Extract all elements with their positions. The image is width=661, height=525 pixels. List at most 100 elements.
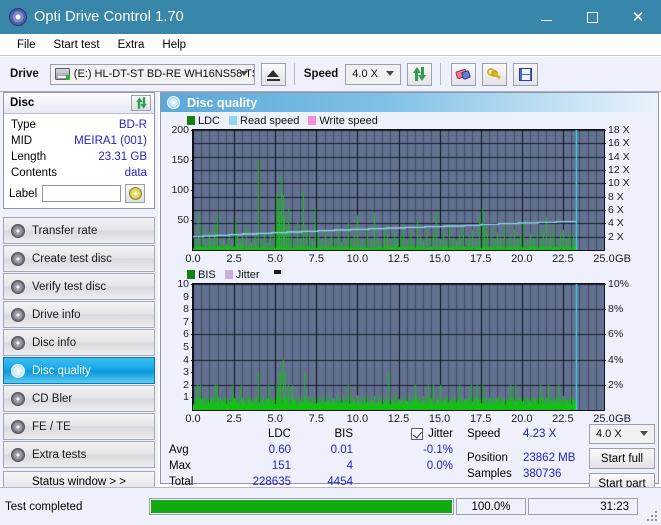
y-tick-label: 2 (183, 378, 189, 391)
menu-item-start-test[interactable]: Start test (45, 37, 109, 53)
menu-item-extra[interactable]: Extra (109, 37, 154, 53)
ldc-plot-area[interactable] (192, 129, 605, 251)
disc-value-type: BD-R (118, 119, 147, 131)
eject-button[interactable] (260, 62, 286, 86)
refresh-icon (135, 97, 147, 109)
ldc-chart[interactable]: 50 100 150 200 2 X4 X6 X8 X 10 X 12 X 14 X 16 X… (165, 124, 661, 267)
y2-tick-label: 2 X (608, 230, 624, 243)
test-speed-select[interactable]: 4.0 X (589, 424, 655, 444)
start-full-button[interactable]: Start full (589, 448, 655, 469)
x-tick-label: 20.0 (511, 253, 533, 265)
sidebar-item-cd-bler[interactable]: CD Bler (3, 385, 155, 412)
y2-tick-label: 8 X (608, 190, 624, 203)
resize-grip[interactable] (647, 511, 658, 522)
bis-plot-area[interactable] (192, 283, 605, 411)
y-tick-label: 7 (183, 315, 189, 328)
y-tick-label: 100 (171, 184, 189, 196)
toolbar-divider-2 (440, 63, 442, 85)
drive-select[interactable]: (E:) HL-DT-ST BD-RE WH16NS58 TST4 (49, 63, 255, 85)
sidebar-item-label: Extra tests (32, 448, 87, 461)
save-button[interactable] (513, 62, 539, 86)
y-tick-label: 6 (183, 328, 189, 341)
jitter-toggle[interactable]: Jitter (353, 428, 459, 440)
drive-toolbar: Drive (E:) HL-DT-ST BD-RE WH16NS58 TST4 … (0, 57, 661, 92)
drive-icon (54, 68, 70, 80)
sidebar-item-label: Disc info (32, 336, 77, 349)
legend-item-read-speed: Read speed (229, 115, 299, 127)
y-tick-label: 10 (177, 278, 189, 290)
stats-max-bis: 4 (346, 460, 353, 472)
menu-item-file[interactable]: File (8, 37, 45, 53)
x-axis-unit-label: GB (615, 253, 631, 265)
left-panel: Disc Type BD-R MID MEIRA1 (001) Length 2… (0, 92, 158, 492)
y-tick-label: 4 (183, 353, 189, 366)
sidebar-item-extra-tests[interactable]: Extra tests (3, 441, 155, 468)
x-tick-label: 22.5 (552, 413, 574, 425)
sidebar-item-transfer-rate[interactable]: Transfer rate (3, 217, 155, 244)
progress-fill (151, 500, 452, 513)
y2-tick-label: 10% (608, 278, 630, 290)
x-tick-label: 25.0 (593, 253, 615, 265)
menu-item-help[interactable]: Help (153, 37, 195, 53)
y2-tick (602, 170, 606, 171)
disc-label-browse-button[interactable] (125, 184, 146, 203)
bis-chart-y2-axis: 2% 4% 6% 8% 10% (602, 278, 660, 411)
speed-key: Speed (467, 428, 501, 440)
y2-tick (602, 284, 606, 285)
sidebar-item-label: FE / TE (32, 420, 71, 433)
disc-key-type: Type (11, 119, 36, 131)
x-tick-label: 2.5 (226, 413, 242, 425)
key-icon (487, 67, 502, 81)
window-title: Opti Drive Control 1.70 (34, 9, 184, 25)
erase-button[interactable] (451, 62, 477, 86)
y2-tick (602, 334, 606, 336)
bis-chart[interactable]: 1 2 3 4 5 6 7 8 9 10 2% 4% 6% 8% 10% 0.0 2.5 5.0 7.5 10.0… (165, 278, 660, 431)
y2-tick (602, 236, 606, 238)
ldc-chart-x-axis: 0.0 2.5 5.0 7.5 10.0 12.5 15.0 17.5 20.0 22.5 25.0… (165, 253, 661, 267)
y2-tick-label: 8% (608, 303, 624, 316)
jitter-checkbox[interactable] (411, 428, 424, 440)
disc-icon (11, 363, 25, 378)
nav-list: Transfer rate Create test disc Verify te… (3, 217, 155, 469)
legend-label-read-speed: Read speed (240, 114, 300, 127)
eject-icon (267, 69, 280, 77)
stats-max-ldc: 151 (271, 460, 291, 472)
stats-row-avg: Avg 0.60 0.01 -0.1% (161, 442, 461, 458)
sidebar-item-verify-test-disc[interactable]: Verify test disc (3, 273, 155, 300)
sidebar-item-fe-te[interactable]: FE / TE (3, 413, 155, 440)
disc-row-type: Type BD-R (4, 117, 154, 133)
disc-icon (11, 335, 25, 350)
disc-label-input[interactable] (42, 185, 122, 202)
speed-label: Speed (303, 68, 339, 80)
close-button[interactable]: ✕ (615, 0, 661, 34)
y2-tick-label: 14 X (608, 150, 630, 163)
chevron-down-icon (239, 71, 248, 76)
x-tick-label: 7.5 (308, 253, 324, 265)
refresh-button[interactable] (407, 62, 433, 86)
x-tick-label: 0.0 (185, 253, 201, 265)
y-tick-label: 50 (177, 214, 189, 226)
y2-tick-label: 6 X (608, 204, 624, 216)
key-button[interactable] (482, 62, 508, 86)
stats-header-jitter: Jitter (428, 428, 453, 440)
run-stat-samples: Samples 380736 (467, 466, 589, 482)
title-bar: Opti Drive Control 1.70 ✕ (0, 0, 661, 34)
x-tick-label: 15.0 (428, 413, 451, 425)
sidebar-item-disc-quality[interactable]: Disc quality (3, 357, 155, 384)
y-tick-label: 150 (171, 154, 189, 166)
disc-refresh-button[interactable] (131, 95, 151, 111)
sidebar-item-create-test-disc[interactable]: Create test disc (3, 245, 155, 272)
disc-label-key: Label (9, 187, 38, 200)
y2-tick-label: 12 X (608, 164, 630, 176)
sidebar-item-disc-info[interactable]: Disc info (3, 329, 155, 356)
maximize-button[interactable] (569, 0, 615, 34)
speed-select[interactable]: 4.0 X (345, 63, 402, 85)
sidebar-item-drive-info[interactable]: Drive info (3, 301, 155, 328)
run-stats: Speed 4.23 X Position 23862 MB Samples 3… (467, 426, 589, 482)
minimize-button[interactable] (523, 0, 569, 34)
y2-tick-label: 6% (608, 328, 624, 341)
y2-tick-label: 16 X (608, 137, 630, 150)
disc-icon (11, 223, 25, 238)
refresh-icon (412, 67, 427, 81)
run-stat-position: Position 23862 MB (467, 450, 589, 466)
